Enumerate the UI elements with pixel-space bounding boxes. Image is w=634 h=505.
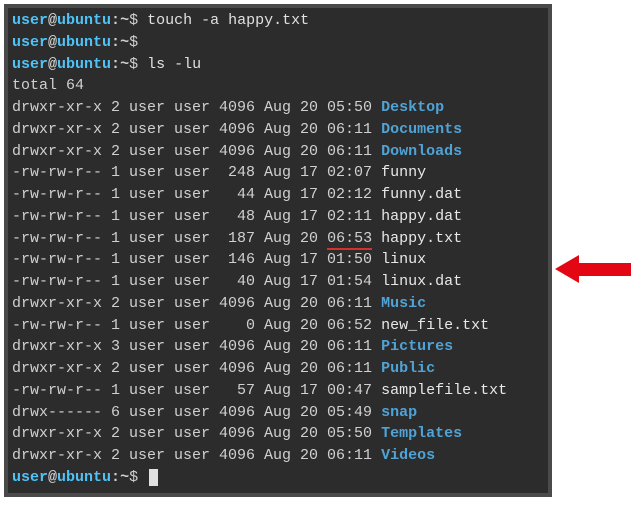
cursor[interactable] (149, 469, 158, 486)
terminal-window[interactable]: user@ubuntu:~$ touch -a happy.txt user@u… (4, 4, 552, 497)
directory-name: Downloads (381, 143, 462, 160)
file-name: linux (381, 251, 426, 268)
list-item: drwxr-xr-x 2 user user 4096 Aug 20 05:50… (12, 97, 544, 119)
list-item: -rw-rw-r-- 1 user user 40 Aug 17 01:54 l… (12, 271, 544, 293)
file-meta: drwxr-xr-x 2 user user 4096 Aug 20 05:50 (12, 425, 381, 442)
prompt-line-1: user@ubuntu:~$ touch -a happy.txt (12, 10, 544, 32)
file-name: funny (381, 164, 426, 181)
prompt-host: ubuntu (57, 12, 111, 29)
file-meta: -rw-rw-r-- 1 user user 48 Aug 17 02:11 (12, 208, 381, 225)
list-item: drwx------ 6 user user 4096 Aug 20 05:49… (12, 402, 544, 424)
directory-name: Pictures (381, 338, 453, 355)
directory-name: Desktop (381, 99, 444, 116)
file-name: new_file.txt (381, 317, 489, 334)
prompt-line-2: user@ubuntu:~$ (12, 32, 544, 54)
file-meta: drwxr-xr-x 2 user user 4096 Aug 20 06:11 (12, 447, 381, 464)
file-meta: -rw-rw-r-- 1 user user 0 Aug 20 06:52 (12, 317, 381, 334)
file-meta: drwxr-xr-x 3 user user 4096 Aug 20 06:11 (12, 338, 381, 355)
file-meta: -rw-rw-r-- 1 user user 248 Aug 17 02:07 (12, 164, 381, 181)
highlighted-time: 06:53 (327, 230, 372, 250)
command-text: ls -lu (138, 56, 201, 73)
file-meta: drwxr-xr-x 2 user user 4096 Aug 20 06:11 (12, 360, 381, 377)
file-meta: drwxr-xr-x 2 user user 4096 Aug 20 05:50 (12, 99, 381, 116)
prompt-line-4: user@ubuntu:~$ (12, 467, 544, 489)
directory-name: Music (381, 295, 426, 312)
command-text: touch -a happy.txt (138, 12, 309, 29)
list-item: -rw-rw-r-- 1 user user 187 Aug 20 06:53 … (12, 228, 544, 250)
list-item: drwxr-xr-x 2 user user 4096 Aug 20 06:11… (12, 358, 544, 380)
list-item: -rw-rw-r-- 1 user user 57 Aug 17 00:47 s… (12, 380, 544, 402)
file-meta: drwxr-xr-x 2 user user 4096 Aug 20 06:11 (12, 121, 381, 138)
file-meta: drwxr-xr-x 2 user user 4096 Aug 20 06:11 (12, 143, 381, 160)
file-meta: drwx------ 6 user user 4096 Aug 20 05:49 (12, 404, 381, 421)
prompt-path: ~ (120, 12, 129, 29)
file-meta: -rw-rw-r-- 1 user user 40 Aug 17 01:54 (12, 273, 381, 290)
prompt-user: user (12, 12, 48, 29)
prompt-line-3: user@ubuntu:~$ ls -lu (12, 54, 544, 76)
directory-name: Documents (381, 121, 462, 138)
file-meta: -rw-rw-r-- 1 user user 187 Aug 20 (12, 230, 327, 247)
file-name: samplefile.txt (381, 382, 507, 399)
file-meta: -rw-rw-r-- 1 user user 146 Aug 17 01:50 (12, 251, 381, 268)
arrow-left-icon (555, 255, 579, 283)
directory-name: Public (381, 360, 435, 377)
list-item: -rw-rw-r-- 1 user user 48 Aug 17 02:11 h… (12, 206, 544, 228)
directory-name: Videos (381, 447, 435, 464)
list-item: drwxr-xr-x 2 user user 4096 Aug 20 06:11… (12, 141, 544, 163)
list-item: drwxr-xr-x 3 user user 4096 Aug 20 06:11… (12, 336, 544, 358)
annotation-arrow (555, 255, 631, 283)
list-item: -rw-rw-r-- 1 user user 248 Aug 17 02:07 … (12, 162, 544, 184)
list-item: drwxr-xr-x 2 user user 4096 Aug 20 06:11… (12, 445, 544, 467)
list-item: -rw-rw-r-- 1 user user 146 Aug 17 01:50 … (12, 249, 544, 271)
total-line: total 64 (12, 75, 544, 97)
file-name: linux.dat (381, 273, 462, 290)
list-item: -rw-rw-r-- 1 user user 44 Aug 17 02:12 f… (12, 184, 544, 206)
list-item: drwxr-xr-x 2 user user 4096 Aug 20 06:11… (12, 293, 544, 315)
file-meta: -rw-rw-r-- 1 user user 57 Aug 17 00:47 (12, 382, 381, 399)
list-item: drwxr-xr-x 2 user user 4096 Aug 20 05:50… (12, 423, 544, 445)
file-meta: -rw-rw-r-- 1 user user 44 Aug 17 02:12 (12, 186, 381, 203)
directory-name: Templates (381, 425, 462, 442)
file-meta: drwxr-xr-x 2 user user 4096 Aug 20 06:11 (12, 295, 381, 312)
list-item: -rw-rw-r-- 1 user user 0 Aug 20 06:52 ne… (12, 315, 544, 337)
file-listing: drwxr-xr-x 2 user user 4096 Aug 20 05:50… (12, 97, 544, 467)
file-name: funny.dat (381, 186, 462, 203)
directory-name: snap (381, 404, 417, 421)
file-name: happy.dat (381, 208, 462, 225)
file-name: happy.txt (381, 230, 462, 247)
list-item: drwxr-xr-x 2 user user 4096 Aug 20 06:11… (12, 119, 544, 141)
